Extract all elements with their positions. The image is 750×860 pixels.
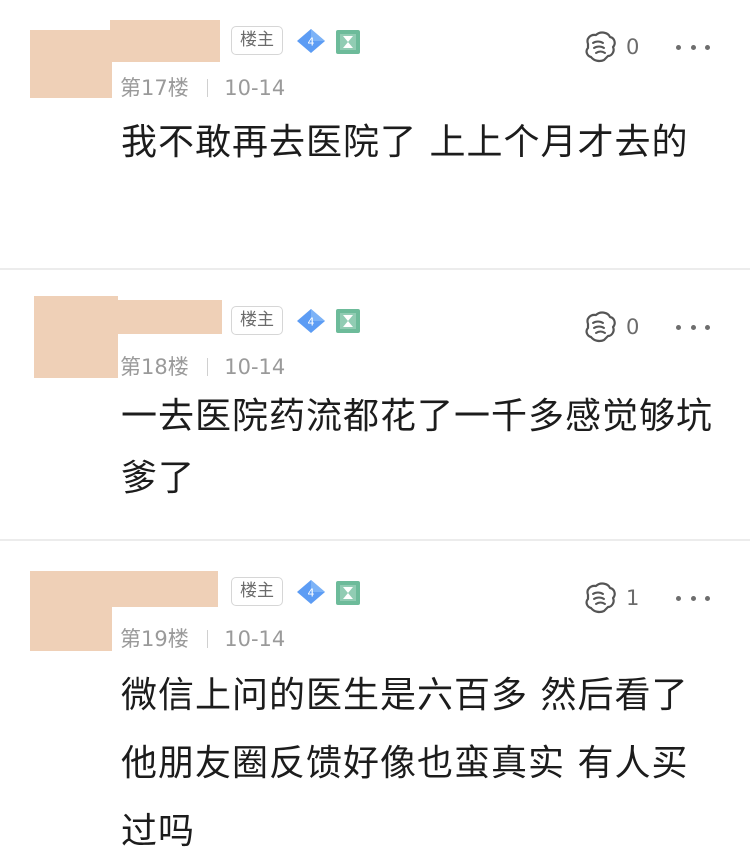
like-button[interactable]: 0 [582,310,639,344]
avatar[interactable] [30,571,112,651]
divider [206,358,209,376]
more-icon[interactable] [676,593,710,603]
like-count: 0 [626,35,640,59]
medal-icon [336,581,360,605]
more-icon[interactable] [676,42,710,52]
divider [206,630,209,648]
post-date: 10-14 [224,76,286,100]
like-count: 1 [626,586,640,610]
username-redacted[interactable] [116,300,222,334]
diamond-level-icon: 4 [297,580,325,604]
post-date: 10-14 [224,355,286,379]
comment-text: 微信上问的医生是六百多 然后看了他朋友圈反馈好像也蛮真实 有人买过吗 [121,675,689,852]
comment-text: 一去医院药流都花了一千多感觉够坑爹了 [121,396,714,499]
avatar[interactable] [34,296,118,378]
host-badge: 楼主 [231,577,283,606]
level-number: 4 [308,316,315,329]
floor-number: 第17楼 [120,76,189,100]
comment-item: 楼主 4 第17楼 10-14 0 我不敢再去医院了 上上个月才去的 [0,0,750,268]
medal-icon [336,30,360,54]
host-badge: 楼主 [231,306,283,335]
comment-text: 我不敢再去医院了 上上个月才去的 [121,122,689,163]
like-button[interactable]: 0 [582,30,639,64]
like-hand-icon [585,31,616,63]
like-hand-icon [585,582,616,614]
username-redacted[interactable] [110,20,220,62]
comment-item: 楼主 4 第18楼 10-14 0 一去医院药流都花了一千多感觉够坑爹了 [0,270,750,540]
host-badge: 楼主 [231,26,283,55]
like-count: 0 [626,315,640,339]
post-date: 10-14 [224,627,286,651]
post-meta: 第19楼 10-14 [120,623,285,653]
divider [206,79,209,97]
floor-number: 第19楼 [120,627,189,651]
like-button[interactable]: 1 [582,581,639,615]
floor-number: 第18楼 [120,355,189,379]
diamond-level-icon: 4 [297,309,325,333]
level-number: 4 [308,587,315,600]
like-hand-icon [585,311,616,343]
avatar[interactable] [30,30,112,98]
username-redacted[interactable] [110,571,218,607]
comment-item: 楼主 4 第19楼 10-14 1 微信上问的医生是六百多 然后看了他朋友圈反馈好… [0,541,750,860]
post-meta: 第17楼 10-14 [120,72,285,102]
diamond-level-icon: 4 [297,29,325,53]
medal-icon [336,309,360,333]
post-meta: 第18楼 10-14 [120,351,285,381]
level-number: 4 [308,36,315,49]
more-icon[interactable] [676,322,710,332]
